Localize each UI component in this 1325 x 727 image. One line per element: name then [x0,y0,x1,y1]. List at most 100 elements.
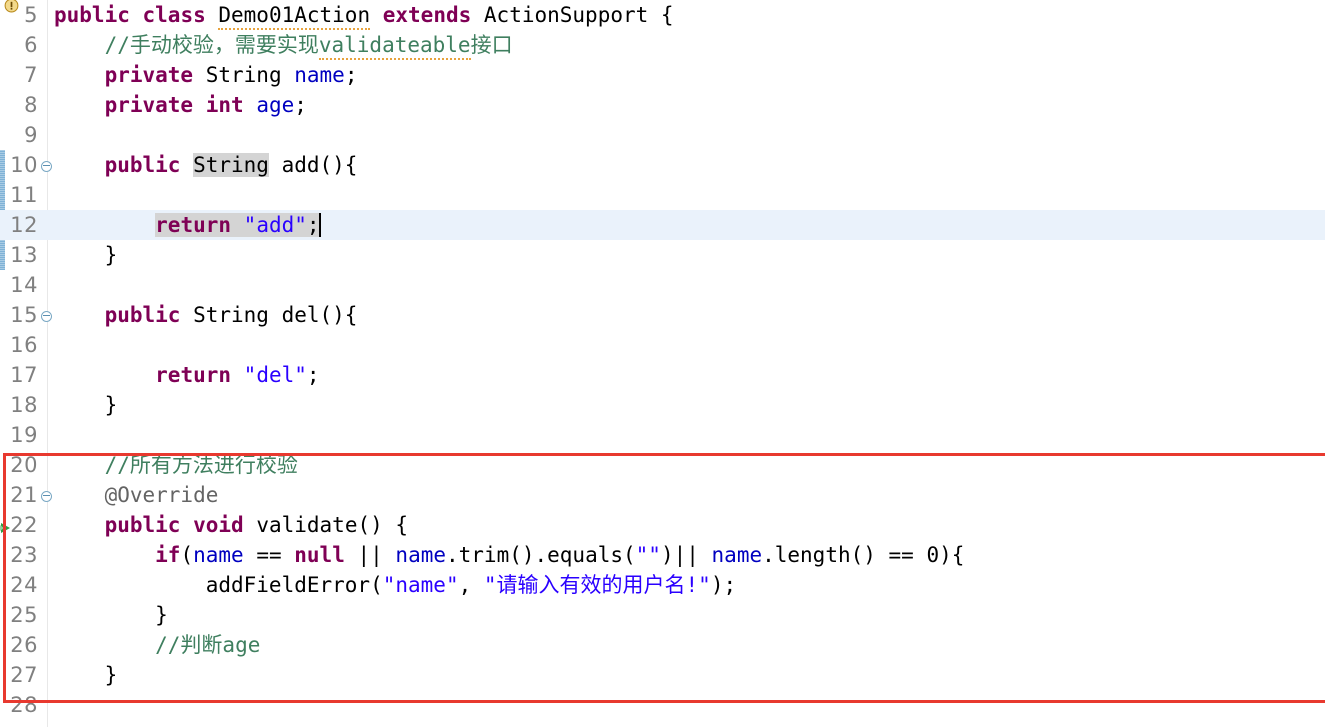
code-token: age [256,93,295,117]
code-token: add(){ [268,153,358,177]
code-line-15[interactable]: 15 public String del(){ [0,300,1325,330]
code-text[interactable]: public String del(){ [54,300,358,330]
line-number: 25 [10,603,38,627]
code-line-6[interactable]: 6 //手动校验，需要实现validateable接口 [0,30,1325,60]
code-token: "add" [243,213,307,237]
line-number: 16 [10,333,38,357]
code-text[interactable]: addFieldError("name", "请输入有效的用户名!"); [54,570,736,600]
code-token: class [142,3,219,27]
code-token: "请输入有效的用户名!" [483,573,711,597]
line-number: 17 [10,363,38,387]
code-editor[interactable]: 5 public class Demo01Action extends Actio… [0,0,1325,727]
code-token: } [54,603,168,627]
code-token: .length() == 0){ [762,543,965,567]
code-text[interactable]: public void validate() { [54,510,408,540]
code-line-5[interactable]: 5 public class Demo01Action extends Actio… [0,0,1325,30]
code-token: "" [635,543,661,567]
code-text[interactable]: //所有方法进行校验 [54,450,298,480]
code-token: ; [306,363,320,387]
code-text[interactable]: } [54,600,168,630]
code-line-10[interactable]: 10 public String add(){ [0,150,1325,180]
code-line-20[interactable]: 20 //所有方法进行校验 [0,450,1325,480]
code-line-24[interactable]: 24 addFieldError("name", "请输入有效的用户名!"); [0,570,1325,600]
line-number: 26 [10,633,38,657]
code-token: "del" [243,363,307,387]
code-token: //所有方法进行校验 [54,453,298,477]
text-caret [318,213,321,237]
code-token: ( [180,543,194,567]
code-line-14[interactable]: 14 [0,270,1325,300]
code-text[interactable]: private String name; [54,60,358,90]
code-text[interactable]: //判断age [54,630,260,660]
line-number: 5 [24,3,38,27]
code-token: ; [294,93,307,117]
line-number: 8 [24,93,38,117]
code-line-11[interactable]: 11 [0,180,1325,210]
fold-collapse-icon[interactable] [40,160,52,172]
code-text[interactable]: @Override [54,480,219,510]
code-token: .trim().equals( [446,543,636,567]
line-number: 22 [10,513,38,537]
code-line-28[interactable]: 28 [0,690,1325,720]
code-line-22[interactable]: 22 public void validate() { [0,510,1325,540]
code-line-17[interactable]: 17 return "del"; [0,360,1325,390]
code-token: return [155,213,244,237]
code-text[interactable]: public String add(){ [54,150,357,180]
code-text[interactable]: } [54,660,118,690]
code-token: validateable [318,33,471,60]
code-token: 接口 [470,33,513,57]
code-line-12[interactable]: 12 return "add"; [0,210,1325,240]
code-line-8[interactable]: 8 private int age; [0,90,1325,120]
code-text[interactable]: } [54,240,118,270]
code-token: @Override [54,483,219,507]
code-token: public [104,153,194,177]
code-token: } [54,663,118,687]
code-line-26[interactable]: 26 //判断age [0,630,1325,660]
line-number: 13 [10,243,38,267]
code-line-16[interactable]: 16 [0,330,1325,360]
code-line-9[interactable]: 9 [0,120,1325,150]
line-number: 12 [10,213,38,237]
line-number: 15 [10,303,38,327]
code-token: name [193,543,244,567]
code-token: name [395,543,446,567]
code-text[interactable]: return "del"; [54,360,320,390]
code-token: , [458,573,484,597]
code-line-25[interactable]: 25 } [0,600,1325,630]
code-text[interactable]: if(name == null || name.trim().equals(""… [54,540,964,570]
line-number: 10 [10,153,38,177]
line-number: 9 [24,123,38,147]
fold-collapse-icon[interactable] [40,490,52,502]
line-number: 18 [10,393,38,417]
code-token: void [193,513,257,537]
code-token: ); [710,573,737,597]
code-token: "name" [382,573,459,597]
code-text[interactable]: public class Demo01Action extends Action… [54,0,674,30]
code-token: return [155,363,244,387]
code-text[interactable]: private int age; [54,90,307,120]
code-line-19[interactable]: 19 [0,420,1325,450]
code-token: } [54,393,118,417]
code-token: name [711,543,763,567]
code-line-18[interactable]: 18 } [0,390,1325,420]
code-line-13[interactable]: 13 } [0,240,1325,270]
code-text[interactable]: } [54,390,118,420]
code-token: Demo01Action [218,3,371,30]
code-text[interactable]: //手动校验，需要实现validateable接口 [54,30,513,60]
code-token: ; [344,63,358,87]
fold-collapse-icon[interactable] [40,310,52,322]
code-token: null [294,543,345,567]
code-token: String [205,63,295,87]
code-line-21[interactable]: 21 @Override [0,480,1325,510]
code-line-23[interactable]: 23 if(name == null || name.trim().equals… [0,540,1325,570]
code-token: public [54,3,143,27]
line-number: 19 [10,423,38,447]
code-text[interactable]: return "add"; [54,210,321,240]
code-line-27[interactable]: 27 } [0,660,1325,690]
code-line-7[interactable]: 7 private String name; [0,60,1325,90]
